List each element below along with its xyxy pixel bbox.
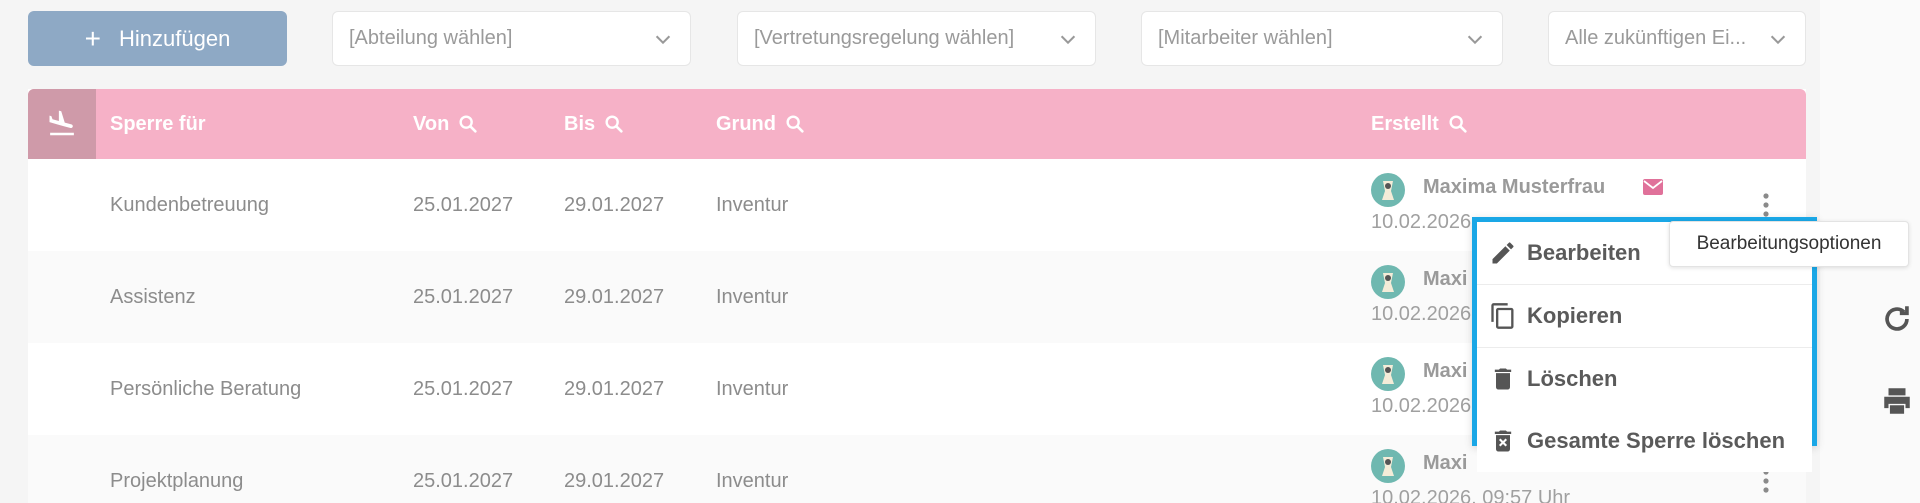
trash-x-icon: [1494, 430, 1512, 452]
created-at: 10.02.2026, 09:57 Uhr: [1371, 487, 1571, 503]
copy-icon: [1491, 303, 1514, 329]
cell-bis: 29.01.2027: [564, 193, 665, 216]
creator-name: Maxima Musterfrau: [1423, 176, 1606, 198]
menu-item-label: Gesamte Sperre löschen: [1527, 428, 1786, 453]
search-icon[interactable]: [1447, 113, 1469, 135]
col-sperre-fuer-label: Sperre für: [110, 112, 206, 135]
department-select[interactable]: [Abteilung wählen]: [332, 11, 691, 66]
tooltip: Bearbeitungsoptionen: [1669, 221, 1909, 267]
col-erstellt-label: Erstellt: [1371, 112, 1439, 135]
menu-item-copy[interactable]: Kopieren: [1477, 285, 1812, 348]
menu-item-label: Kopieren: [1527, 303, 1623, 328]
pencil-icon: [1492, 242, 1514, 264]
substitution-select[interactable]: [Vertretungsregelung wählen]: [737, 11, 1096, 66]
header-icon-cell: [28, 89, 96, 159]
col-erstellt[interactable]: Erstellt: [1371, 89, 1469, 159]
cell-sperre-fuer: Assistenz: [110, 285, 196, 308]
cell-grund: Inventur: [716, 469, 789, 492]
cell-bis: 29.01.2027: [564, 469, 665, 492]
user-avatar-icon: [1382, 273, 1394, 292]
cell-von: 25.01.2027: [413, 377, 514, 400]
plane-landing-icon: [49, 110, 74, 136]
plus-icon: +: [84, 22, 102, 54]
user-avatar-icon: [1382, 181, 1394, 200]
menu-item-label: Bearbeiten: [1527, 240, 1641, 265]
cell-grund: Inventur: [716, 377, 789, 400]
employee-select[interactable]: [Mitarbeiter wählen]: [1141, 11, 1503, 66]
col-von[interactable]: Von: [413, 89, 479, 159]
cell-von: 25.01.2027: [413, 469, 514, 492]
search-icon[interactable]: [603, 113, 625, 135]
print-icon[interactable]: [1880, 384, 1914, 418]
avatar: [1371, 173, 1405, 207]
table-header: Sperre für Von Bis Grund Erstellt: [28, 89, 1806, 159]
col-grund-label: Grund: [716, 112, 776, 135]
col-von-label: Von: [413, 112, 450, 135]
cell-sperre-fuer: Kundenbetreuung: [110, 193, 270, 216]
substitution-select-value: [Vertretungsregelung wählen]: [754, 27, 1015, 49]
more-vertical-icon: [1763, 193, 1769, 217]
cell-grund: Inventur: [716, 193, 789, 216]
chevron-down-icon: [1467, 35, 1483, 44]
department-select-value: [Abteilung wählen]: [349, 27, 513, 49]
menu-item-delete-entire-block[interactable]: Gesamte Sperre löschen: [1477, 410, 1812, 472]
creator-name: Maxi: [1423, 360, 1468, 382]
col-sperre-fuer[interactable]: Sperre für: [110, 89, 206, 159]
created-at: 10.02.2026: [1371, 395, 1472, 417]
avatar: [1371, 449, 1405, 483]
creator-name: Maxi: [1423, 452, 1468, 474]
cell-grund: Inventur: [716, 285, 789, 308]
chevron-down-icon: [655, 35, 671, 44]
mail-icon[interactable]: [1643, 179, 1663, 195]
chevron-down-icon: [1770, 35, 1786, 44]
created-at: 10.02.2026: [1371, 211, 1472, 233]
chevron-down-icon: [1060, 35, 1076, 44]
col-grund[interactable]: Grund: [716, 89, 806, 159]
created-at: 10.02.2026: [1371, 303, 1472, 325]
user-avatar-icon: [1382, 457, 1394, 476]
avatar: [1371, 357, 1405, 391]
add-button[interactable]: + Hinzufügen: [28, 11, 287, 66]
cell-bis: 29.01.2027: [564, 285, 665, 308]
range-select-value: Alle zukünftigen Ei...: [1565, 27, 1747, 49]
avatar: [1371, 265, 1405, 299]
user-avatar-icon: [1382, 365, 1394, 384]
creator-name: Maxi: [1423, 268, 1468, 290]
cell-von: 25.01.2027: [413, 285, 514, 308]
col-bis-label: Bis: [564, 112, 596, 135]
cell-bis: 29.01.2027: [564, 377, 665, 400]
add-button-label: Hinzufügen: [119, 25, 231, 51]
cell-von: 25.01.2027: [413, 193, 514, 216]
cell-sperre-fuer: Projektplanung: [110, 469, 244, 492]
refresh-icon[interactable]: [1880, 302, 1914, 336]
search-icon[interactable]: [457, 113, 479, 135]
employee-select-value: [Mitarbeiter wählen]: [1158, 27, 1333, 49]
range-select[interactable]: Alle zukünftigen Ei...: [1548, 11, 1806, 66]
search-icon[interactable]: [784, 113, 806, 135]
col-bis[interactable]: Bis: [564, 89, 625, 159]
cell-sperre-fuer: Persönliche Beratung: [110, 377, 302, 400]
